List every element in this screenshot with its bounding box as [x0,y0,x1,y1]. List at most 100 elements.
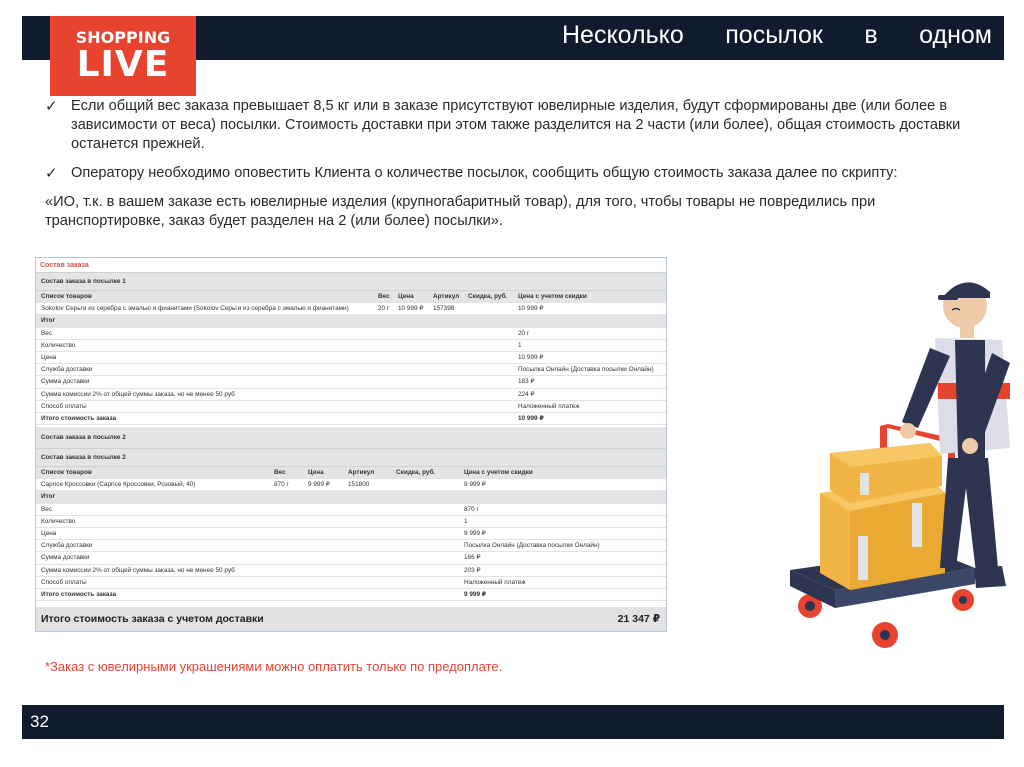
parcel-section-header: Состав заказа в посылке 2 [36,449,666,468]
item-name: Sokolov Серьги из серебра с эмалью и фиа… [41,305,349,313]
summary-label: Итог [41,493,56,501]
col-header-weight: Вес [378,293,390,300]
summary-key: Сумма комиссии 2% от общей суммы заказа,… [41,390,235,398]
item-price: 10 999 ₽ [398,305,424,313]
item-final-price: 10 999 ₽ [518,305,544,313]
grand-total-value: 21 347 ₽ [617,613,660,625]
item-article: 151800 [348,481,370,489]
item-weight: 870 г [274,481,289,489]
parcel-section-label: Состав заказа в посылке 2 [41,454,126,462]
item-final-price: 9 999 ₽ [464,481,486,489]
item-article: 157398 [433,305,455,313]
summary-value: 10 999 ₽ [518,353,544,361]
grand-total-label: Итого стоимость заказа с учетом доставки [41,613,264,625]
col-header-price: Цена [308,469,324,477]
col-header-discount: Скидка, руб. [468,293,508,300]
col-header-article: Артикул [433,293,460,300]
table-header-row: Список товаров Вес Цена Артикул Скидка, … [36,291,666,304]
summary-key: Количество [41,517,76,525]
parcel-total-label: Итого стоимость заказа [41,590,117,598]
summary-row: Цена 10 999 ₽ [36,352,666,365]
bullet-text: Если общий вес заказа превышает 8,5 кг и… [71,98,961,152]
summary-row: Количество 1 [36,340,666,352]
table-row: Caprice Кроссовки (Caprice Кроссовки, Ро… [36,479,666,492]
footer-bar: 32 [22,705,1004,739]
parcel-total-row: Итого стоимость заказа 10 999 ₽ [36,413,666,426]
grand-total-row: Итого стоимость заказа с учетом доставки… [36,607,666,631]
summary-value: 20 г [518,329,530,337]
summary-value: 1 [518,341,522,349]
summary-value: 203 ₽ [464,566,481,574]
page-number: 32 [30,712,49,731]
summary-row: Служба доставки Посылка Онлайн (Доставка … [36,364,666,377]
shopping-live-logo: SHOPPING LIVE [50,16,196,96]
table-header-row: Список товаров Вес Цена Артикул Скидка, … [36,467,666,480]
summary-key: Способ оплаты [41,578,87,586]
parcel-total-value: 9 999 ₽ [464,590,487,598]
item-name: Caprice Кроссовки (Caprice Кроссовки, Ро… [41,481,196,489]
title-word: Несколько [562,21,684,49]
summary-value: Наложенный платеж [464,578,526,586]
col-header-article: Артикул [348,469,375,477]
summary-value: 183 ₽ [518,378,535,386]
col-header-weight: Вес [274,469,286,477]
table-row: Sokolov Серьги из серебра с эмалью и фиа… [36,303,666,316]
summary-row: Цена 9 999 ₽ [36,528,666,541]
summary-value: 9 999 ₽ [464,530,486,537]
summary-value: 870 г [464,505,479,513]
summary-key: Сумма доставки [41,554,90,562]
summary-row: Вес 20 г [36,328,666,340]
parcel-section-label: Состав заказа в посылке 2 [41,434,126,442]
check-icon: ✓ [45,98,58,115]
summary-key: Количество [41,341,76,349]
summary-value: Наложенный платеж [518,402,580,410]
col-header-list: Список товаров [41,469,92,477]
parcel-section-header: Состав заказа в посылке 1 [36,273,666,291]
summary-value: Посылка Онлайн (Доставка посылки Онлайн) [518,366,654,374]
summary-key: Цена [41,353,57,361]
summary-key: Сумма доставки [41,378,90,386]
content-text: ✓ Если общий вес заказа превышает 8,5 кг… [45,97,980,231]
summary-header-row: Итог [36,491,666,504]
summary-row: Вес 870 г [36,504,666,516]
footnote: *Заказ с ювелирными украшениями можно оп… [45,659,503,674]
title-word: в [864,21,878,49]
summary-key: Вес [41,329,53,337]
summary-row: Способ оплаты Наложенный платеж [36,401,666,413]
bullet-item: ✓ Если общий вес заказа превышает 8,5 кг… [45,97,980,154]
order-composition-screenshot: Состав заказа Состав заказа в посылке 1 … [35,257,667,632]
summary-key: Цена [41,530,57,537]
summary-row: Сумма комиссии 2% от общей суммы заказа,… [36,565,666,577]
col-header-price: Цена [398,293,414,300]
summary-row: Сумма комиссии 2% от общей суммы заказа,… [36,389,666,401]
summary-value: 1 [464,517,468,525]
title-word: одном [919,21,992,49]
parcel-section-label: Состав заказа в посылке 1 [41,278,126,285]
item-price: 9 999 ₽ [308,481,330,489]
summary-key: Служба доставки [41,366,93,374]
slide-title: Несколько посылок в одном [562,21,992,50]
parcel-total-row: Итого стоимость заказа 9 999 ₽ [36,589,666,602]
col-header-final: Цена с учетом скидки [464,469,533,477]
parcel-total-label: Итого стоимость заказа [41,414,117,422]
summary-value: 224 ₽ [518,390,535,398]
parcel-section-header: Состав заказа в посылке 2 [36,427,666,450]
summary-value: 166 ₽ [464,554,481,562]
col-header-list: Список товаров [41,293,92,300]
parcel-total-value: 10 999 ₽ [518,414,544,422]
bullet-item: ✓ Оператору необходимо оповестить Клиент… [45,164,980,183]
summary-key: Вес [41,505,53,513]
logo-bottom-text: LIVE [76,44,170,85]
item-weight: 20 г [378,305,390,313]
order-table-title: Состав заказа [36,258,666,273]
summary-label: Итог [41,317,56,325]
summary-row: Количество 1 [36,516,666,528]
check-icon: ✓ [45,165,58,182]
col-header-discount: Скидка, руб. [396,469,436,477]
summary-row: Служба доставки Посылка Онлайн (Доставка … [36,540,666,553]
summary-key: Способ оплаты [41,402,87,410]
title-word: посылок [725,21,823,49]
col-header-final: Цена с учетом скидки [518,293,587,300]
summary-value: Посылка Онлайн (Доставка посылки Онлайн) [464,542,600,550]
summary-key: Служба доставки [41,542,93,550]
